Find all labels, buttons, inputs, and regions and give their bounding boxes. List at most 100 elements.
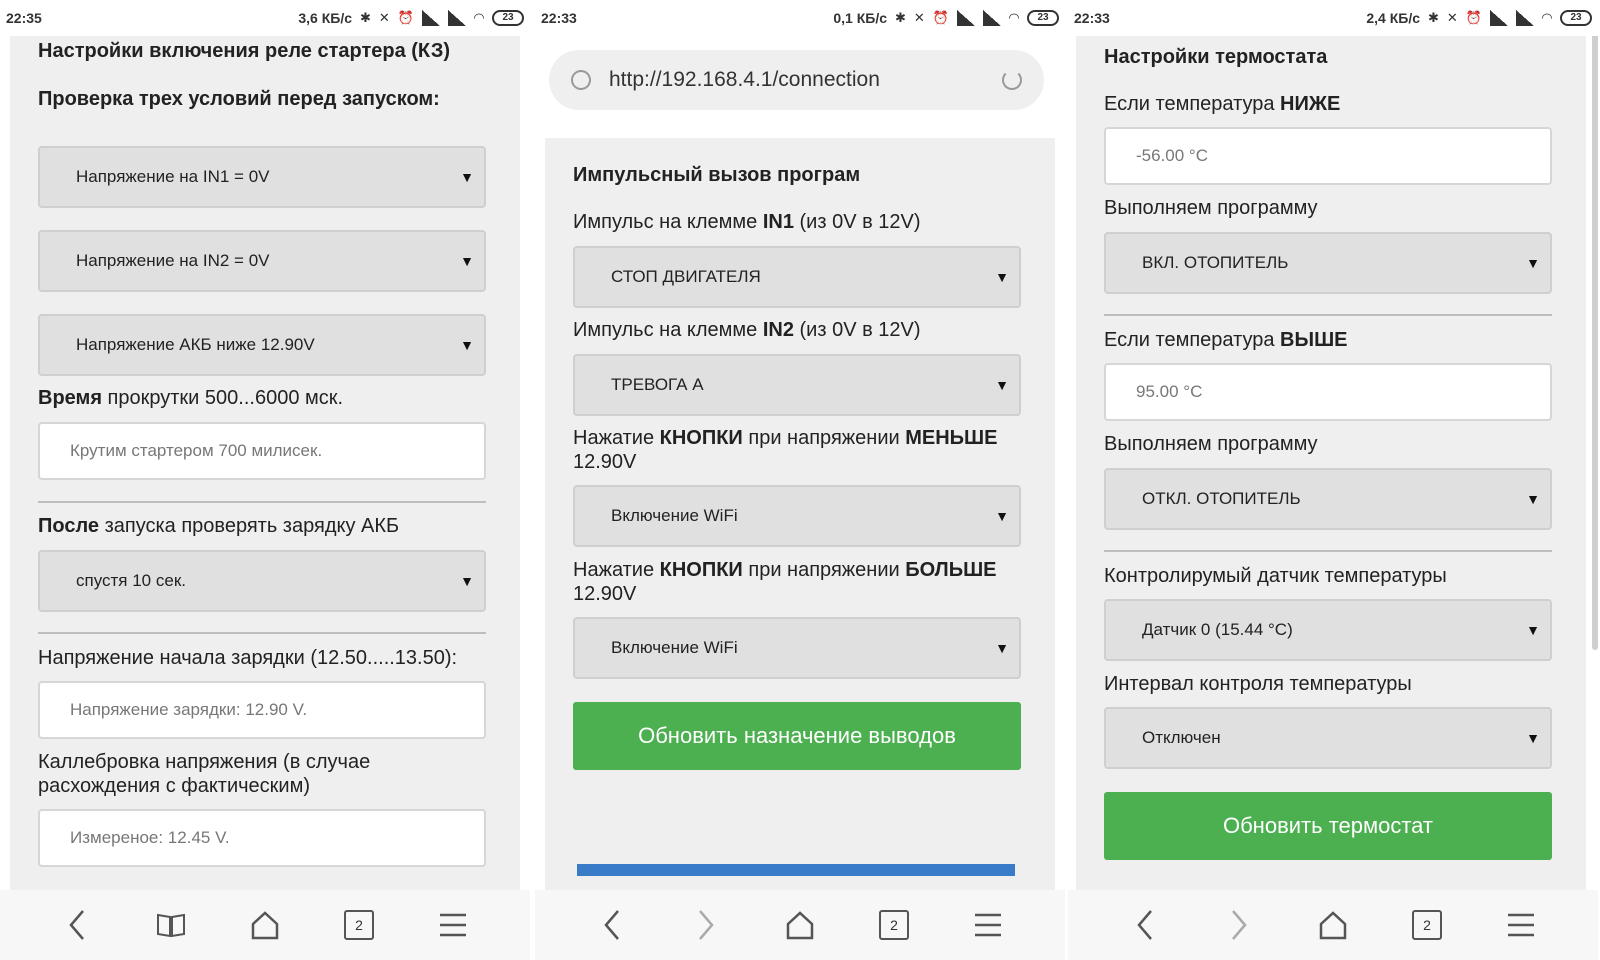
divider xyxy=(1104,314,1552,316)
menu-button[interactable] xyxy=(968,905,1008,945)
divider xyxy=(38,632,486,634)
alarm-icon: ⏰ xyxy=(397,10,414,25)
tabs-button[interactable]: 2 xyxy=(339,905,379,945)
select-value: спустя 10 сек. xyxy=(76,571,186,590)
dropdown-arrow-icon: ▼ xyxy=(460,573,474,589)
forward-button[interactable] xyxy=(686,905,726,945)
crank-time-input[interactable]: Крутим стартером 700 милисек. xyxy=(38,422,486,480)
dropdown-arrow-icon: ▼ xyxy=(995,377,1009,393)
condition-3-select[interactable]: Напряжение АКБ ниже 12.90V ▼ xyxy=(38,314,486,376)
menu-button[interactable] xyxy=(433,905,473,945)
menu-button[interactable] xyxy=(1501,905,1541,945)
in2-select[interactable]: ТРЕВОГА А ▼ xyxy=(573,354,1021,416)
home-button[interactable] xyxy=(1313,905,1353,945)
next-section-edge xyxy=(577,864,1015,876)
update-thermostat-button[interactable]: Обновить термостат xyxy=(1104,792,1552,860)
chevron-left-icon xyxy=(604,910,619,940)
menu-icon xyxy=(1508,913,1534,937)
battery-icon: 23 xyxy=(1560,10,1592,26)
phone-screen-3: 22:33 2,4 КБ/с ✱ ✕ ⏰ ◠ 23 Настройки терм… xyxy=(1068,0,1598,960)
battery-icon: 23 xyxy=(492,10,524,26)
battery-icon: 23 xyxy=(1027,10,1059,26)
after-start-select[interactable]: спустя 10 сек. ▼ xyxy=(38,550,486,612)
chevron-left-icon xyxy=(69,910,84,940)
page-content[interactable]: Импульсный вызов програм Импульс на клем… xyxy=(545,138,1055,890)
condition-2-select[interactable]: Напряжение на IN2 = 0V ▼ xyxy=(38,230,486,292)
charge-voltage-label: Напряжение начала зарядки (12.50.....13.… xyxy=(38,647,458,669)
select-value: Отключен xyxy=(1142,728,1221,747)
back-button[interactable] xyxy=(57,905,97,945)
calibration-input[interactable]: Измереное: 12.45 V. xyxy=(38,809,486,867)
home-button[interactable] xyxy=(245,905,285,945)
page-content[interactable]: Настройки термостата Если температура НИ… xyxy=(1076,36,1586,890)
home-icon xyxy=(251,911,279,940)
condition-1-select[interactable]: Напряжение на IN1 = 0V ▼ xyxy=(38,146,486,208)
in2-label: Импульс на клемме IN2 (из 0V в 12V) xyxy=(573,319,921,341)
mute-icon: ✕ xyxy=(913,10,925,25)
sensor-select[interactable]: Датчик 0 (15.44 °C) ▼ xyxy=(1104,599,1552,661)
dropdown-arrow-icon: ▼ xyxy=(1526,622,1540,638)
tabs-button[interactable]: 2 xyxy=(1407,905,1447,945)
program-1-select[interactable]: ВКЛ. ОТОПИТЕЛЬ ▼ xyxy=(1104,232,1552,294)
wifi-icon: ◠ xyxy=(1009,10,1019,25)
divider xyxy=(1104,550,1552,552)
chevron-left-icon xyxy=(1137,910,1152,940)
phone-screen-2: 22:33 0,1 КБ/с ✱ ✕ ⏰ ◠ 23 http://192.168… xyxy=(535,0,1065,960)
back-button[interactable] xyxy=(1125,905,1165,945)
program-1-label: Выполняем программу xyxy=(1104,197,1318,219)
update-outputs-button[interactable]: Обновить назначение выводов xyxy=(573,702,1021,770)
scrollbar[interactable] xyxy=(1592,30,1598,650)
program-2-select[interactable]: ОТКЛ. ОТОПИТЕЛЬ ▼ xyxy=(1104,468,1552,530)
signal-icon xyxy=(1490,10,1508,26)
dropdown-arrow-icon: ▼ xyxy=(1526,255,1540,271)
chevron-right-icon xyxy=(699,910,714,940)
button-low-label: Нажатие КНОПКИ при напряжении МЕНЬШЕ 12.… xyxy=(573,427,998,473)
button-high-select[interactable]: Включение WiFi ▼ xyxy=(573,617,1021,679)
alarm-icon: ⏰ xyxy=(932,10,949,25)
tabs-button[interactable]: 2 xyxy=(874,905,914,945)
bluetooth-icon: ✱ xyxy=(1428,10,1439,25)
status-time: 22:33 xyxy=(541,10,577,26)
charge-voltage-input[interactable]: Напряжение зарядки: 12.90 V. xyxy=(38,681,486,739)
tabs-count: 2 xyxy=(344,910,374,940)
button-low-select[interactable]: Включение WiFi ▼ xyxy=(573,485,1021,547)
crank-time-label: Время прокрутки 500...6000 мск. xyxy=(38,387,344,409)
page-content[interactable]: Настройки включения реле стартера (КЗ) П… xyxy=(10,36,520,890)
select-value: ОТКЛ. ОТОПИТЕЛЬ xyxy=(1142,489,1301,508)
after-start-label: После запуска проверять зарядку АКБ xyxy=(38,515,400,537)
section-title: Настройки включения реле стартера (КЗ) xyxy=(38,40,451,62)
select-value: Напряжение на IN1 = 0V xyxy=(76,167,270,186)
url-text[interactable]: http://192.168.4.1/connection xyxy=(609,68,1002,92)
status-bar: 22:33 2,4 КБ/с ✱ ✕ ⏰ ◠ 23 xyxy=(1068,0,1598,36)
wifi-icon: ◠ xyxy=(474,10,484,25)
dropdown-arrow-icon: ▼ xyxy=(995,640,1009,656)
section-title: Импульсный вызов програм xyxy=(573,164,861,186)
bookmarks-button[interactable] xyxy=(151,905,191,945)
temp-low-input[interactable]: -56.00 °C xyxy=(1104,127,1552,185)
forward-button[interactable] xyxy=(1219,905,1259,945)
reload-icon[interactable] xyxy=(1002,70,1022,90)
book-icon xyxy=(157,913,185,938)
temp-high-input[interactable]: 95.00 °C xyxy=(1104,363,1552,421)
home-button[interactable] xyxy=(780,905,820,945)
interval-select[interactable]: Отключен ▼ xyxy=(1104,707,1552,769)
menu-icon xyxy=(440,913,466,937)
home-icon xyxy=(786,911,814,940)
home-icon xyxy=(1319,911,1347,940)
signal-icon xyxy=(983,10,1001,26)
select-value: Напряжение АКБ ниже 12.90V xyxy=(76,335,315,354)
browser-nav-bar: 2 xyxy=(535,890,1065,960)
back-button[interactable] xyxy=(592,905,632,945)
wifi-icon: ◠ xyxy=(1542,10,1552,25)
interval-label: Интервал контроля температуры xyxy=(1104,673,1412,695)
select-value: ВКЛ. ОТОПИТЕЛЬ xyxy=(1142,253,1289,272)
alarm-icon: ⏰ xyxy=(1465,10,1482,25)
signal-icon xyxy=(957,10,975,26)
mute-icon: ✕ xyxy=(378,10,390,25)
network-speed: 0,1 КБ/с xyxy=(833,10,887,26)
button-high-label: Нажатие КНОПКИ при напряжении БОЛЬШЕ 12.… xyxy=(573,559,997,605)
status-time: 22:35 xyxy=(6,10,42,26)
address-bar[interactable]: http://192.168.4.1/connection xyxy=(549,50,1044,110)
in1-select[interactable]: СТОП ДВИГАТЕЛЯ ▼ xyxy=(573,246,1021,308)
bluetooth-icon: ✱ xyxy=(360,10,371,25)
